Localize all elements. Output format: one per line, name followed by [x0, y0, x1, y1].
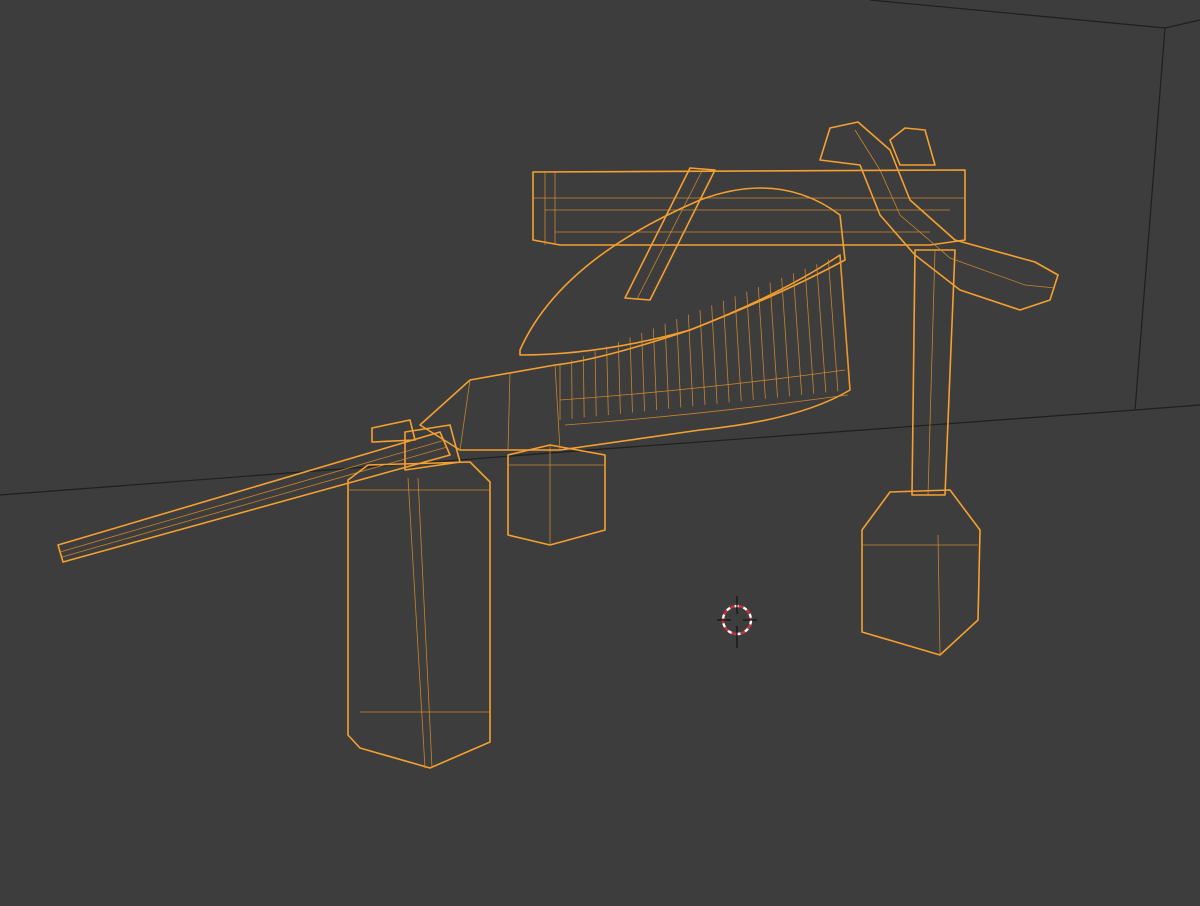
wing-rib — [746, 291, 754, 401]
wing-rib — [757, 287, 766, 399]
rod[interactable] — [57, 431, 451, 563]
selected-object-ballista[interactable] — [57, 121, 1059, 769]
curved-arm[interactable] — [819, 121, 1059, 311]
frame[interactable] — [532, 169, 966, 246]
right-post[interactable] — [911, 249, 956, 496]
wing-rib — [734, 296, 742, 402]
wing-rib — [594, 351, 597, 417]
wing-rib — [617, 342, 621, 414]
wing-rib — [839, 254, 851, 391]
wing-rib — [769, 282, 778, 398]
body[interactable] — [419, 187, 851, 451]
3d-viewport[interactable] — [0, 0, 1200, 906]
strap[interactable] — [624, 167, 716, 301]
scene-wireframe[interactable] — [0, 0, 1200, 906]
right-support-block[interactable] — [861, 489, 981, 656]
left-support-block[interactable] — [347, 419, 491, 769]
wing-rib — [582, 355, 585, 418]
3d-cursor-icon[interactable] — [717, 596, 757, 648]
middle-support-block[interactable] — [507, 444, 606, 546]
room-edges — [0, 0, 1200, 496]
wing-rib — [606, 346, 609, 416]
